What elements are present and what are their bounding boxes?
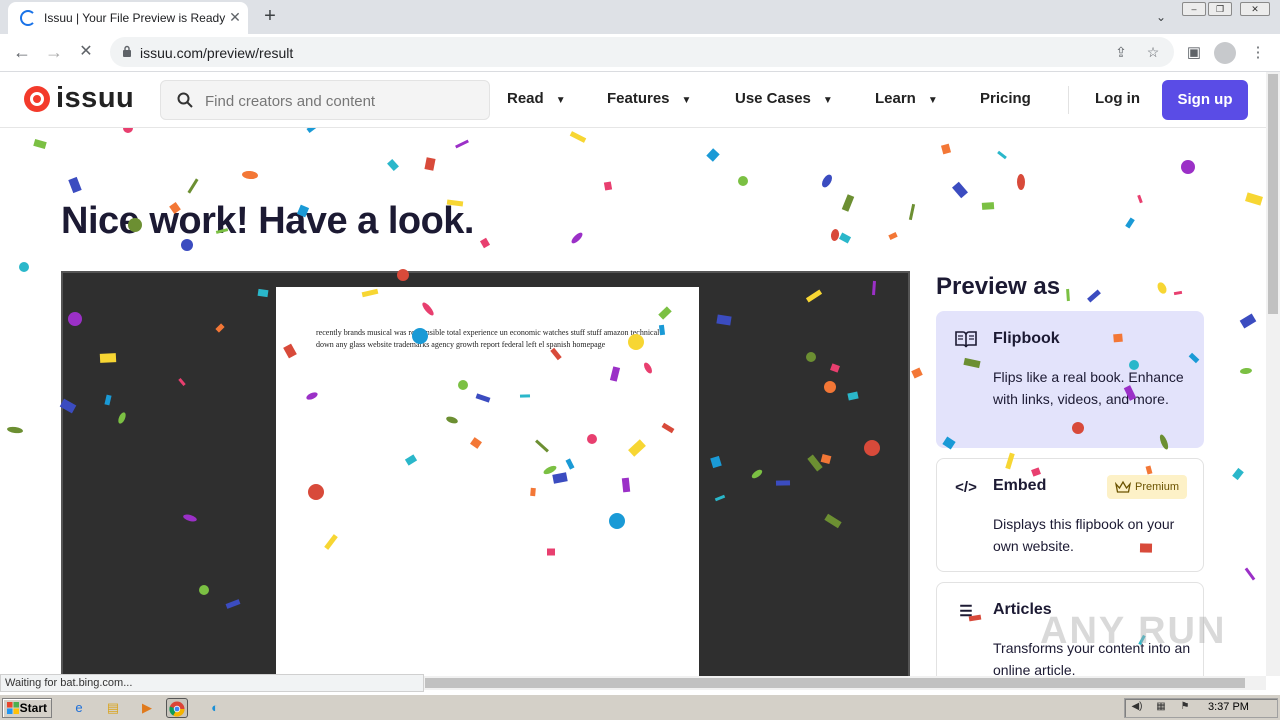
option-embed[interactable]: </> Embed Premium Displays this flipbook…: [936, 458, 1204, 572]
book-icon: [955, 330, 977, 352]
back-icon[interactable]: ←: [10, 41, 34, 65]
address-bar[interactable]: issuu.com/preview/result ⇪ ☆: [110, 37, 1174, 67]
search-icon: [177, 92, 193, 108]
stop-loading-icon[interactable]: ✕: [74, 41, 98, 65]
header-divider: [1068, 86, 1069, 114]
signup-button[interactable]: Sign up: [1162, 80, 1248, 120]
nav-features[interactable]: Features ▼: [607, 90, 691, 107]
network-icon[interactable]: ▦: [1154, 701, 1168, 713]
chevron-down-icon: ▼: [822, 95, 833, 106]
site-header: issuu Read▼ Features▼ Use Cases▼ Learn▼ …: [0, 72, 1266, 128]
tab-title: Issuu | Your File Preview is Ready: [44, 11, 226, 25]
vertical-scroll-thumb[interactable]: [1268, 74, 1278, 314]
restore-window-button[interactable]: ❐: [1208, 2, 1232, 16]
option-description: Flips like a real book. Enhance with lin…: [993, 369, 1184, 407]
option-title: Flipbook: [993, 330, 1060, 347]
minimize-window-button[interactable]: –: [1182, 2, 1206, 16]
anyrun-watermark: ANY RUN: [1040, 610, 1227, 652]
login-link[interactable]: Log in: [1095, 90, 1140, 107]
bookmark-star-icon[interactable]: ☆: [1144, 43, 1162, 61]
loading-spinner-icon: [20, 10, 36, 26]
browser-toolbar: ← → ✕ issuu.com/preview/result ⇪ ☆ ▣ ⋮: [0, 34, 1280, 72]
search-input[interactable]: [205, 91, 475, 111]
new-tab-button[interactable]: +: [258, 5, 282, 29]
edge-icon[interactable]: ◐: [204, 698, 226, 718]
forward-icon[interactable]: →: [42, 41, 66, 65]
browser-tab-bar: Issuu | Your File Preview is Ready ✕ + ⌄…: [0, 0, 1280, 34]
taskbar-clock: 3:37 PM: [1208, 701, 1249, 713]
document-page: recently brands musical was responsible …: [276, 287, 699, 676]
file-explorer-icon[interactable]: ▤: [102, 698, 124, 718]
internet-explorer-icon[interactable]: e: [68, 698, 90, 718]
main-content: Nice work! Have a look. recently brands …: [0, 128, 1266, 676]
crown-icon: [1115, 480, 1131, 493]
option-flipbook[interactable]: Flipbook Flips like a real book. Enhance…: [936, 311, 1204, 448]
system-tray: [1124, 698, 1278, 718]
start-button[interactable]: Start: [2, 698, 52, 718]
lock-icon: [123, 45, 131, 57]
option-description: Displays this flipbook on your own websi…: [993, 516, 1175, 554]
code-icon: </>: [955, 479, 977, 496]
nav-read[interactable]: Read ▼: [507, 90, 566, 107]
premium-badge: Premium: [1107, 475, 1187, 499]
site-logo[interactable]: issuu: [56, 82, 134, 115]
chrome-taskbar-icon[interactable]: [166, 698, 188, 718]
url-text: issuu.com/preview/result: [140, 45, 294, 61]
horizontal-scroll-thumb[interactable]: [425, 678, 1245, 688]
preview-as-heading: Preview as: [936, 273, 1061, 300]
profile-avatar[interactable]: [1214, 42, 1236, 64]
vertical-scrollbar[interactable]: [1266, 72, 1280, 676]
chevron-down-icon: ▼: [681, 95, 692, 106]
nav-learn[interactable]: Learn ▼: [875, 90, 938, 107]
articles-icon: ☰: [959, 603, 973, 620]
nav-use-cases[interactable]: Use Cases ▼: [735, 90, 833, 107]
browser-tab[interactable]: Issuu | Your File Preview is Ready ✕: [8, 2, 248, 34]
tab-search-icon[interactable]: ⌄: [1150, 6, 1172, 28]
document-preview-viewer[interactable]: recently brands musical was responsible …: [61, 271, 910, 676]
page-title: Nice work! Have a look.: [61, 200, 475, 242]
media-player-icon[interactable]: ▶: [136, 698, 158, 718]
nav-pricing[interactable]: Pricing: [980, 90, 1031, 107]
close-tab-icon[interactable]: ✕: [226, 8, 244, 26]
chevron-down-icon: ▼: [555, 95, 566, 106]
close-window-button[interactable]: ✕: [1240, 2, 1270, 16]
browser-menu-icon[interactable]: ⋮: [1248, 43, 1268, 63]
action-center-flag-icon[interactable]: ⚑: [1178, 701, 1192, 713]
option-title: Embed: [993, 477, 1047, 494]
windows-flag-icon: [7, 702, 19, 714]
status-bubble: Waiting for bat.bing.com...: [0, 674, 424, 692]
issuu-logo-icon[interactable]: [24, 86, 50, 112]
windows-taskbar: Start e ▤ ▶ ◐ ◀) ▦ ⚑ 3:37 PM: [0, 694, 1280, 720]
side-panel-icon[interactable]: ▣: [1184, 43, 1204, 63]
document-page-text: recently brands musical was responsible …: [316, 328, 660, 349]
volume-icon[interactable]: ◀): [1130, 701, 1144, 713]
search-box[interactable]: [160, 80, 490, 120]
chevron-down-icon: ▼: [927, 95, 938, 106]
share-icon[interactable]: ⇪: [1112, 43, 1130, 61]
